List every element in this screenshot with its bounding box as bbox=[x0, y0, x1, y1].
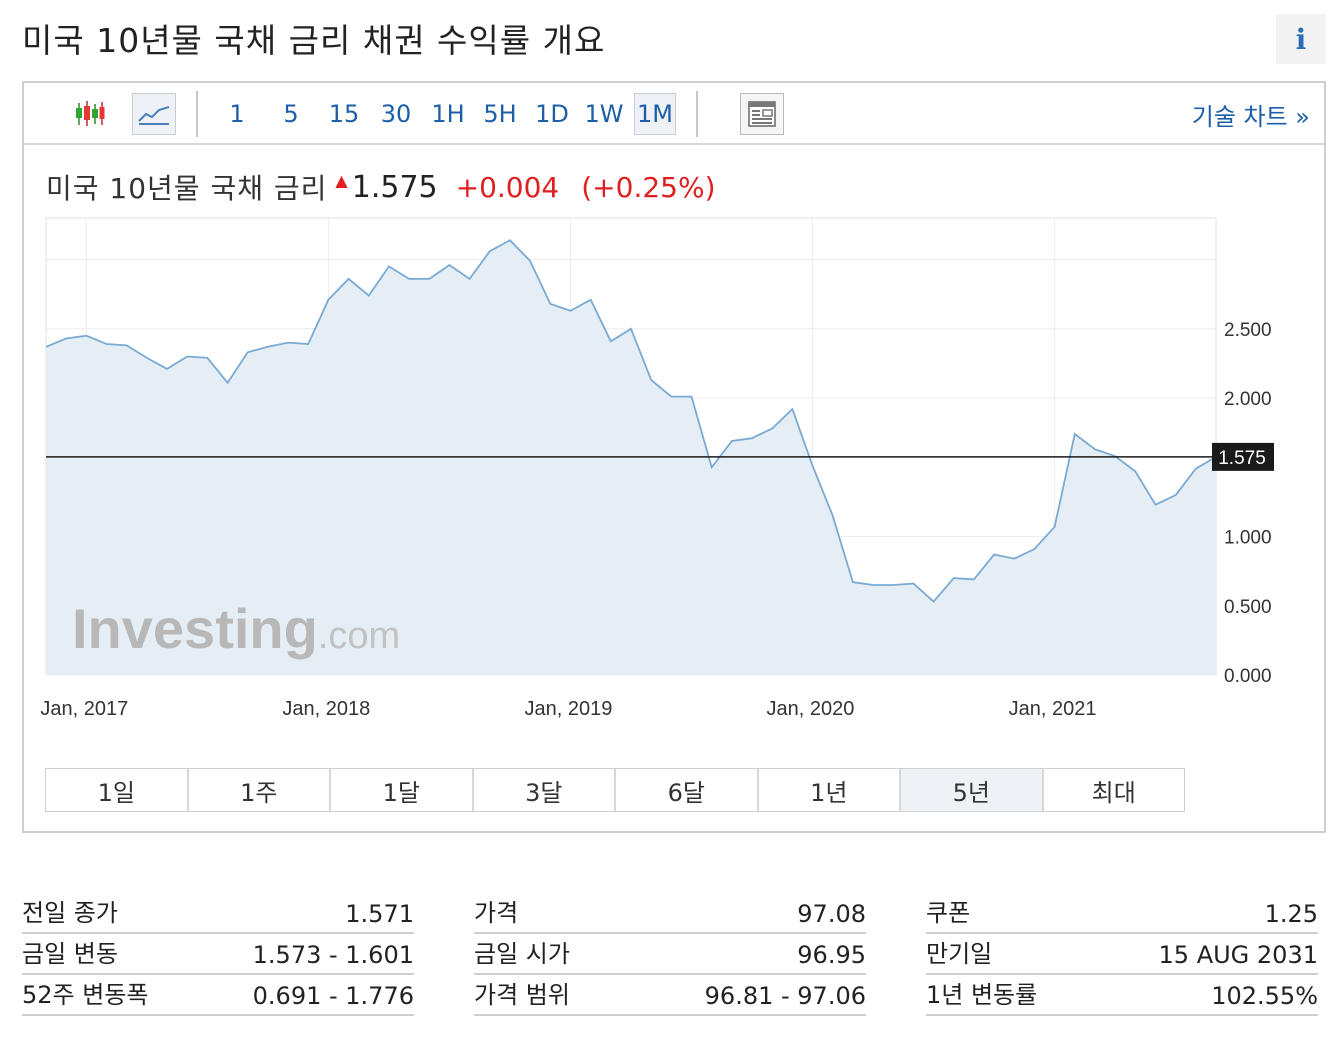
range-6m[interactable]: 6달 bbox=[616, 769, 759, 811]
range-1m[interactable]: 1달 bbox=[331, 769, 474, 811]
stat-label: 만기일 bbox=[926, 940, 993, 968]
stat-row: 만기일 15 AUG 2031 bbox=[926, 934, 1318, 975]
stat-value: 96.81 - 97.06 bbox=[704, 982, 866, 1010]
stat-row: 금일 변동 1.573 - 1.601 bbox=[22, 934, 414, 975]
range-1y[interactable]: 1년 bbox=[758, 769, 901, 811]
stat-row: 전일 종가 1.571 bbox=[22, 893, 414, 934]
stat-value: 0.691 - 1.776 bbox=[252, 982, 414, 1010]
stat-label: 1년 변동률 bbox=[926, 981, 1038, 1009]
x-tick-label: Jan, 2021 bbox=[1009, 698, 1097, 720]
stats-column: 전일 종가 1.571 금일 변동 1.573 - 1.601 52주 변동폭 0.6… bbox=[22, 893, 414, 1016]
x-tick-label: Jan, 2019 bbox=[524, 698, 612, 720]
stat-label: 쿠폰 bbox=[926, 899, 971, 927]
range-max[interactable]: 최대 bbox=[1043, 769, 1184, 811]
y-tick-label: 2.000 bbox=[1224, 389, 1272, 410]
y-tick-label: 0.500 bbox=[1224, 597, 1272, 618]
stat-row: 1년 변동률 102.55% bbox=[926, 975, 1318, 1016]
stat-row: 가격 범위 96.81 - 97.06 bbox=[474, 975, 866, 1016]
stat-label: 52주 변동폭 bbox=[22, 981, 149, 1009]
range-selector: 1일 1주 1달 3달 6달 1년 5년 최대 bbox=[45, 768, 1185, 812]
stat-value: 15 AUG 2031 bbox=[1158, 941, 1318, 969]
page-title: 미국 10년물 국채 금리 채권 수익률 개요 bbox=[22, 21, 606, 60]
stat-row: 금일 시가 96.95 bbox=[474, 934, 866, 975]
stat-value: 1.571 bbox=[345, 900, 414, 928]
x-tick-label: Jan, 2017 bbox=[40, 698, 128, 720]
stats-column: 가격 97.08 금일 시가 96.95 가격 범위 96.81 - 97.06 bbox=[474, 893, 866, 1016]
stat-value: 97.08 bbox=[797, 900, 866, 928]
stat-value: 1.573 - 1.601 bbox=[252, 941, 414, 969]
stat-label: 전일 종가 bbox=[22, 899, 118, 927]
current-price-label: 1.575 bbox=[1218, 448, 1266, 469]
x-tick-label: Jan, 2020 bbox=[767, 698, 855, 720]
stat-row: 52주 변동폭 0.691 - 1.776 bbox=[22, 975, 414, 1016]
stat-label: 금일 시가 bbox=[474, 940, 570, 968]
y-tick-label: 1.000 bbox=[1224, 528, 1272, 549]
chart-widget: 1 5 15 30 1H 5H 1D 1W 1M 기술 차트 » 미국 10년물… bbox=[22, 81, 1326, 833]
stat-value: 1.25 bbox=[1264, 900, 1318, 928]
range-5y[interactable]: 5년 bbox=[901, 769, 1044, 811]
info-icon[interactable]: i bbox=[1276, 14, 1326, 64]
stat-label: 가격 bbox=[474, 899, 519, 927]
y-tick-label: 0.000 bbox=[1224, 666, 1272, 687]
range-1w[interactable]: 1주 bbox=[188, 769, 331, 811]
x-tick-label: Jan, 2018 bbox=[282, 698, 370, 720]
stat-row: 쿠폰 1.25 bbox=[926, 893, 1318, 934]
range-3m[interactable]: 3달 bbox=[473, 769, 616, 811]
price-chart[interactable]: Investing.com0.0000.5001.0001.5752.0002.… bbox=[24, 83, 1324, 763]
range-1d[interactable]: 1일 bbox=[46, 769, 189, 811]
stat-row: 가격 97.08 bbox=[474, 893, 866, 934]
stat-value: 102.55% bbox=[1211, 982, 1318, 1010]
stat-label: 금일 변동 bbox=[22, 940, 118, 968]
stat-value: 96.95 bbox=[797, 941, 866, 969]
stats-column: 쿠폰 1.25 만기일 15 AUG 2031 1년 변동률 102.55% bbox=[926, 893, 1318, 1016]
stat-label: 가격 범위 bbox=[474, 981, 570, 1009]
y-tick-label: 2.500 bbox=[1224, 320, 1272, 341]
